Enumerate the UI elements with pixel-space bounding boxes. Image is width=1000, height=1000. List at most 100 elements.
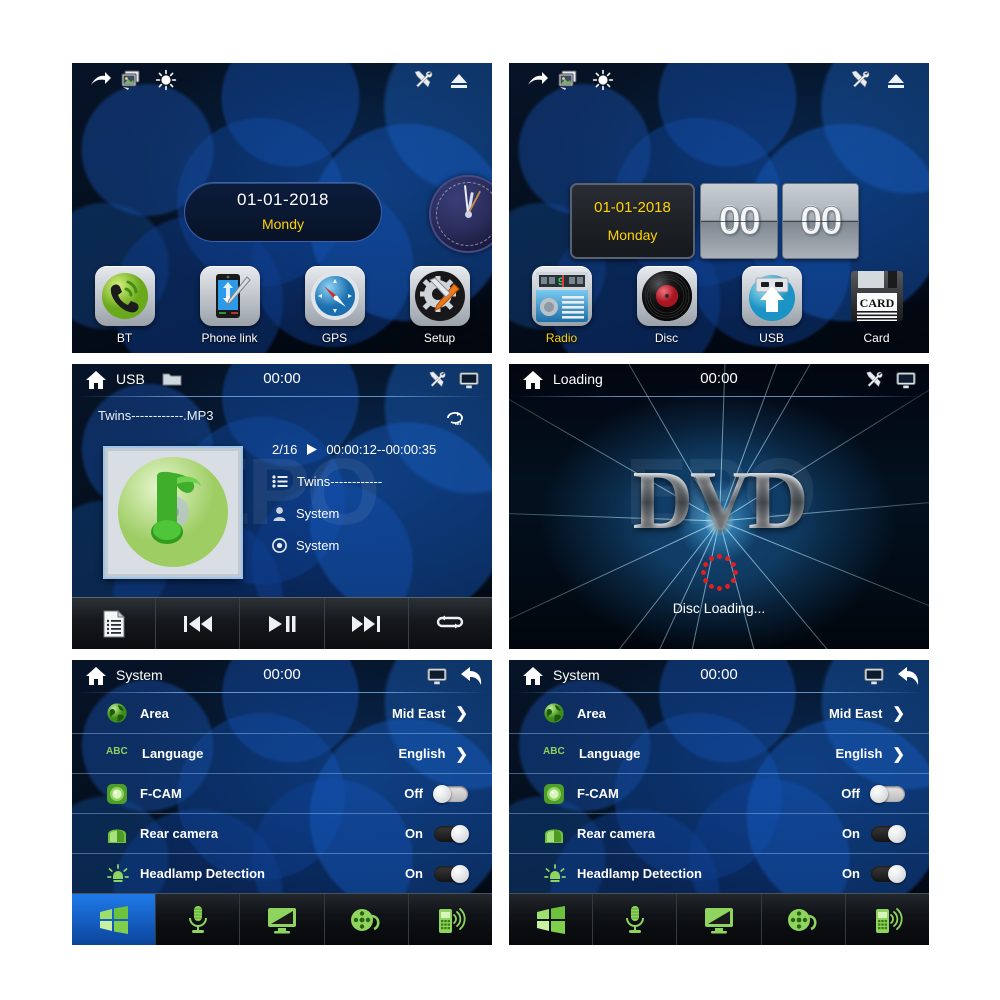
next-track-button[interactable] (325, 598, 409, 649)
nav-voice[interactable] (156, 894, 241, 945)
app-label: BT (116, 331, 133, 345)
gallery-icon[interactable] (119, 68, 143, 92)
monitor-icon[interactable] (426, 665, 448, 687)
panel-system-settings-a[interactable]: System 00:00 Area Mid East ❯ ABC Languag… (72, 660, 492, 945)
chevron-right-icon[interactable]: ❯ (892, 704, 905, 722)
panel-dvd-loading[interactable]: EPO Loading 00:00 DVD (509, 364, 929, 649)
panel-system-settings-b[interactable]: System 00:00 Area Mid East ❯ ABC Languag… (509, 660, 929, 945)
chevron-right-icon[interactable]: ❯ (455, 745, 468, 763)
setting-label: Rear camera (577, 826, 656, 841)
settings-list: Area Mid East ❯ ABC Language English ❯ F… (72, 693, 492, 893)
app-gps[interactable]: GPS (293, 266, 377, 345)
play-icon (305, 443, 318, 456)
share-arrow-icon[interactable] (88, 68, 112, 92)
previous-track-button[interactable] (156, 598, 241, 649)
compass-icon (304, 266, 365, 326)
setting-label: Headlamp Detection (577, 866, 702, 881)
playlist-button[interactable] (72, 598, 157, 649)
setting-row-language[interactable]: ABC Language English ❯ (509, 733, 929, 773)
nav-display[interactable] (240, 894, 325, 945)
eject-icon[interactable] (884, 68, 908, 92)
toggle-f-cam[interactable] (870, 784, 905, 803)
app-card[interactable]: CARD Card (835, 266, 919, 345)
toggle-f-cam[interactable] (433, 784, 468, 803)
tools-icon[interactable] (426, 369, 448, 391)
setting-value: Mid East (828, 705, 883, 721)
radio-icon: 9 (531, 266, 592, 326)
app-label: USB (759, 331, 784, 345)
setting-row-headlamp[interactable]: Headlamp Detection On (509, 853, 929, 893)
share-arrow-icon[interactable] (525, 68, 549, 92)
panel-home-media-apps[interactable]: 01-01-2018 Mondy BT Phone link GPS Setup (72, 63, 492, 353)
player-control-bar (72, 597, 492, 649)
app-radio[interactable]: 9 Radio (520, 266, 604, 345)
app-usb[interactable]: USB (730, 266, 814, 345)
clock-center-pin (464, 210, 472, 218)
back-arrow-icon[interactable] (896, 665, 919, 687)
panel-home-sources[interactable]: 01-01-2018 Monday 00 00 9 Radio Disc USB… (509, 63, 929, 353)
bluetooth-phone-icon (94, 266, 155, 326)
monitor-icon[interactable] (895, 369, 917, 391)
toggle-rear-camera[interactable] (871, 824, 906, 843)
brightness-icon[interactable] (154, 68, 178, 92)
front-cam-icon (106, 783, 128, 805)
repeat-mode-button[interactable] (409, 598, 492, 649)
flip-clock-widget[interactable]: 00 00 (700, 183, 859, 259)
nav-video[interactable] (325, 894, 409, 945)
setting-row-headlamp[interactable]: Headlamp Detection On (72, 853, 492, 893)
weekday-value: Mondy (261, 216, 305, 232)
settings-list: Area Mid East ❯ ABC Language English ❯ F… (509, 693, 929, 893)
globe-icon (106, 702, 128, 724)
setting-row-f-cam[interactable]: F-CAM Off (72, 773, 492, 813)
rear-cam-icon (106, 823, 128, 845)
artist-icon (272, 506, 287, 521)
nav-system[interactable] (509, 894, 594, 945)
app-grid: BT Phone link GPS Setup (72, 266, 492, 345)
toggle-headlamp[interactable] (434, 864, 469, 883)
nav-voice[interactable] (593, 894, 678, 945)
tools-icon[interactable] (848, 68, 872, 92)
setting-label: Rear camera (140, 826, 219, 841)
nav-phone[interactable] (409, 894, 492, 945)
setting-label: F-CAM (577, 786, 619, 801)
nav-system[interactable] (72, 894, 157, 945)
nav-display[interactable] (677, 894, 762, 945)
app-phone-link[interactable]: Phone link (188, 266, 272, 345)
dvd-header: Loading 00:00 (509, 364, 929, 396)
album-art (103, 446, 243, 579)
setting-row-rear-camera[interactable]: Rear camera On (509, 813, 929, 853)
nav-phone[interactable] (846, 894, 929, 945)
date-widget[interactable]: 01-01-2018 Mondy (184, 182, 382, 242)
app-bt[interactable]: BT (83, 266, 167, 345)
brightness-icon[interactable] (591, 68, 615, 92)
setting-row-area[interactable]: Area Mid East ❯ (509, 693, 929, 733)
repeat-all-icon[interactable]: all (444, 410, 464, 427)
setting-row-rear-camera[interactable]: Rear camera On (72, 813, 492, 853)
app-label: Setup (423, 331, 456, 345)
chevron-right-icon[interactable]: ❯ (455, 704, 468, 722)
toggle-headlamp[interactable] (871, 864, 906, 883)
tools-icon[interactable] (863, 369, 885, 391)
app-disc[interactable]: Disc (625, 266, 709, 345)
setting-value: English (398, 746, 446, 761)
toggle-rear-camera[interactable] (434, 824, 469, 843)
tools-icon[interactable] (411, 68, 435, 92)
chevron-right-icon[interactable]: ❯ (892, 745, 905, 763)
play-pause-button[interactable] (240, 598, 325, 649)
nav-video[interactable] (762, 894, 846, 945)
monitor-icon[interactable] (863, 665, 885, 687)
panel-usb-music-player[interactable]: EPO USB 00:00 (72, 364, 492, 649)
date-widget[interactable]: 01-01-2018 Monday (570, 183, 695, 259)
setting-row-f-cam[interactable]: F-CAM Off (509, 773, 929, 813)
loading-spinner (700, 553, 738, 591)
app-setup[interactable]: Setup (398, 266, 482, 345)
track-list-icon (272, 475, 288, 488)
setting-value: English (835, 746, 883, 761)
setting-row-language[interactable]: ABC Language English ❯ (72, 733, 492, 773)
back-arrow-icon[interactable] (459, 665, 482, 687)
gallery-icon[interactable] (556, 68, 580, 92)
setting-row-area[interactable]: Area Mid East ❯ (72, 693, 492, 733)
vinyl-disc-icon (636, 266, 697, 326)
monitor-icon[interactable] (458, 369, 480, 391)
eject-icon[interactable] (447, 68, 471, 92)
